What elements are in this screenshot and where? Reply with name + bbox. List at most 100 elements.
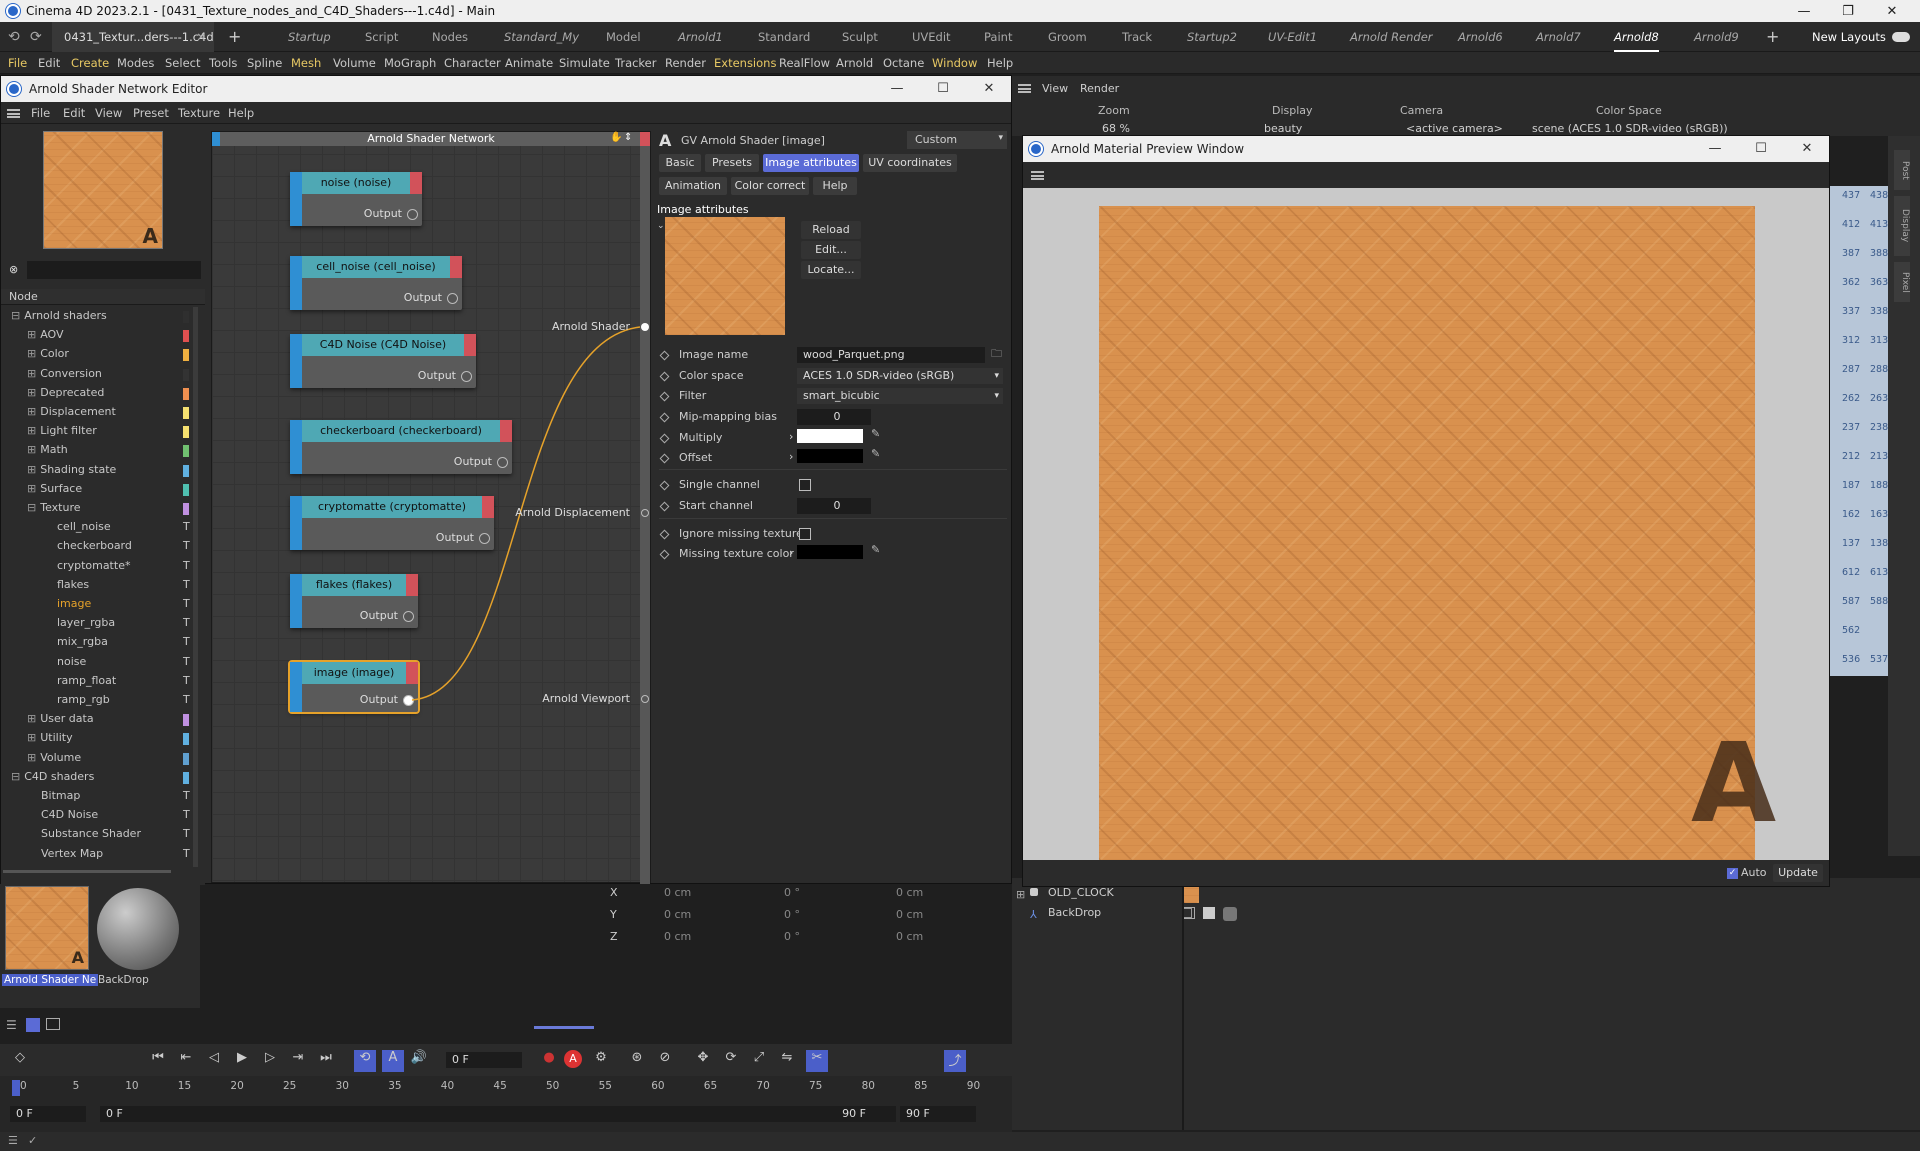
- locate-button[interactable]: Locate...: [801, 261, 861, 279]
- viewport-render-menu[interactable]: Render: [1080, 82, 1119, 95]
- menu-modes[interactable]: Modes: [117, 52, 154, 74]
- expand-arrow-icon[interactable]: ›: [789, 546, 793, 559]
- menu-file[interactable]: File: [8, 52, 27, 74]
- keyframe-diamond-icon[interactable]: [659, 433, 670, 444]
- editor-maximize-icon[interactable]: ☐: [923, 76, 963, 102]
- node-canvas[interactable]: Arnold Shader Network ✋ ⇕ noise (noise) …: [211, 131, 651, 884]
- material-label-backdrop[interactable]: BackDrop: [98, 974, 149, 986]
- edit-button[interactable]: Edit...: [801, 241, 861, 259]
- tree-group-user-data[interactable]: ⊞ User data: [27, 712, 94, 725]
- close-icon[interactable]: ✕: [1870, 0, 1914, 22]
- menu-mograph[interactable]: MoGraph: [384, 52, 436, 74]
- material-sphere-tag-icon[interactable]: [1223, 907, 1237, 921]
- layout-tab-nodes[interactable]: Nodes: [432, 22, 468, 52]
- layout-tab-arnold8[interactable]: Arnold8: [1614, 22, 1659, 52]
- play-icon[interactable]: ▶: [234, 1050, 250, 1065]
- editor-minimize-icon[interactable]: —: [877, 76, 917, 102]
- menu-realflow[interactable]: RealFlow: [779, 52, 830, 74]
- tab-help[interactable]: Help: [813, 177, 857, 195]
- tree-item-c4d-noise[interactable]: C4D Noise: [41, 808, 98, 821]
- menu-octane[interactable]: Octane: [883, 52, 924, 74]
- loop-icon[interactable]: ⟲: [354, 1050, 376, 1072]
- tab-basic[interactable]: Basic: [659, 154, 701, 172]
- coord-z-rotation[interactable]: 0 °: [784, 930, 800, 943]
- tree-expand-icon[interactable]: ⊞: [27, 424, 36, 437]
- grid-view-icon[interactable]: [26, 1018, 40, 1032]
- eyedropper-icon[interactable]: ✎: [871, 427, 880, 440]
- material-thumb-backdrop[interactable]: [97, 888, 179, 970]
- input-port-icon[interactable]: [641, 695, 649, 703]
- side-tab-post[interactable]: Post: [1894, 150, 1910, 190]
- coord-z-size[interactable]: 0 cm: [896, 930, 923, 943]
- close-tab-icon[interactable]: ✕: [196, 22, 206, 52]
- editor-menu-texture[interactable]: Texture: [178, 102, 220, 124]
- auto-mode-icon[interactable]: A: [382, 1050, 404, 1072]
- document-tab[interactable]: 0431_Textur...ders---1.c4d ✕: [52, 22, 214, 52]
- keyframe-diamond-icon[interactable]: [659, 529, 670, 540]
- reload-button[interactable]: Reload: [801, 221, 861, 239]
- preview-minimize-icon[interactable]: —: [1695, 136, 1735, 162]
- menu-extensions[interactable]: Extensions: [714, 52, 776, 74]
- tree-expand-icon[interactable]: ⊟: [27, 501, 36, 514]
- tree-expand-icon[interactable]: ⊞: [27, 367, 36, 380]
- preview-menu-icon[interactable]: [1031, 171, 1044, 180]
- offset-color-swatch[interactable]: [797, 449, 863, 463]
- tree-group-utility[interactable]: ⊞ Utility: [27, 731, 73, 744]
- go-to-start-icon[interactable]: ⏮: [150, 1050, 166, 1065]
- tree-expand-icon[interactable]: ⊟: [11, 770, 20, 783]
- side-tab-pixel[interactable]: Pixel: [1894, 262, 1910, 302]
- playhead[interactable]: [12, 1080, 20, 1096]
- tree-item-layer_rgba[interactable]: layer_rgba: [57, 616, 115, 629]
- tab-animation[interactable]: Animation: [659, 177, 727, 195]
- node-search-input[interactable]: [27, 261, 201, 279]
- tree-expand-icon[interactable]: ⊞: [27, 443, 36, 456]
- coord-y-rotation[interactable]: 0 °: [784, 908, 800, 921]
- sound-icon[interactable]: 🔊: [410, 1050, 428, 1065]
- tag-icon[interactable]: [1183, 907, 1195, 919]
- tree-item-image[interactable]: image: [57, 597, 91, 610]
- keyframe-settings-icon[interactable]: ⚙: [592, 1050, 610, 1065]
- add-tab-icon[interactable]: +: [228, 22, 241, 52]
- menu-character[interactable]: Character: [444, 52, 501, 74]
- keyframe-diamond-icon[interactable]: [659, 412, 670, 423]
- tree-item-ramp_rgb[interactable]: ramp_rgb: [57, 693, 110, 706]
- tab-image-attributes[interactable]: Image attributes: [763, 154, 859, 172]
- layout-tab-groom[interactable]: Groom: [1048, 22, 1087, 52]
- tree-group-color[interactable]: ⊞ Color: [27, 347, 69, 360]
- auto-checkbox[interactable]: ✓: [1727, 868, 1738, 879]
- editor-menu-preset[interactable]: Preset: [133, 102, 169, 124]
- tree-expand-icon[interactable]: ⊞: [27, 386, 36, 399]
- keyframe-diamond-icon[interactable]: [659, 480, 670, 491]
- editor-menu-file[interactable]: File: [31, 102, 50, 124]
- list-view-icon[interactable]: ☰: [6, 1018, 17, 1032]
- menu-spline[interactable]: Spline: [247, 52, 282, 74]
- coord-x-position[interactable]: 0 cm: [664, 886, 691, 899]
- zoom-value[interactable]: 68 %: [1102, 122, 1130, 135]
- keyframe-diamond-icon[interactable]: [659, 391, 670, 402]
- tree-expand-icon[interactable]: ⊞: [27, 712, 36, 725]
- material-label-arnold[interactable]: Arnold Shader Ne: [2, 974, 99, 986]
- menu-volume[interactable]: Volume: [333, 52, 376, 74]
- input-port-icon[interactable]: [641, 509, 649, 517]
- tree-item-ramp_float[interactable]: ramp_float: [57, 674, 116, 687]
- next-key-icon[interactable]: ⇥: [290, 1050, 306, 1065]
- param-key-icon[interactable]: ⇋: [778, 1050, 796, 1065]
- coord-y-size[interactable]: 0 cm: [896, 908, 923, 921]
- viewport-view-menu[interactable]: View: [1042, 82, 1068, 95]
- keyframe-diamond-icon[interactable]: [659, 371, 670, 382]
- rotate-key-icon[interactable]: ⟳: [722, 1050, 740, 1065]
- editor-menu-edit[interactable]: Edit: [63, 102, 85, 124]
- range-slider[interactable]: 0 F 90 F: [100, 1106, 896, 1122]
- root-port-arnold-shader[interactable]: Arnold Shader: [552, 320, 630, 333]
- camera-select[interactable]: <active camera>: [1406, 122, 1503, 135]
- mip-field[interactable]: 0: [797, 409, 871, 425]
- menu-simulate[interactable]: Simulate: [559, 52, 610, 74]
- preview-close-icon[interactable]: ✕: [1787, 136, 1827, 162]
- undo-icon[interactable]: ⟲: [8, 22, 20, 52]
- layout-tab-arnold9[interactable]: Arnold9: [1694, 22, 1739, 52]
- tree-group-volume[interactable]: ⊞ Volume: [27, 751, 81, 764]
- thumb-size-slider[interactable]: [534, 1026, 594, 1029]
- tree-group-surface[interactable]: ⊞ Surface: [27, 482, 82, 495]
- layout-tab-startup2[interactable]: Startup2: [1187, 22, 1237, 52]
- layout-tab-arnold6[interactable]: Arnold6: [1458, 22, 1503, 52]
